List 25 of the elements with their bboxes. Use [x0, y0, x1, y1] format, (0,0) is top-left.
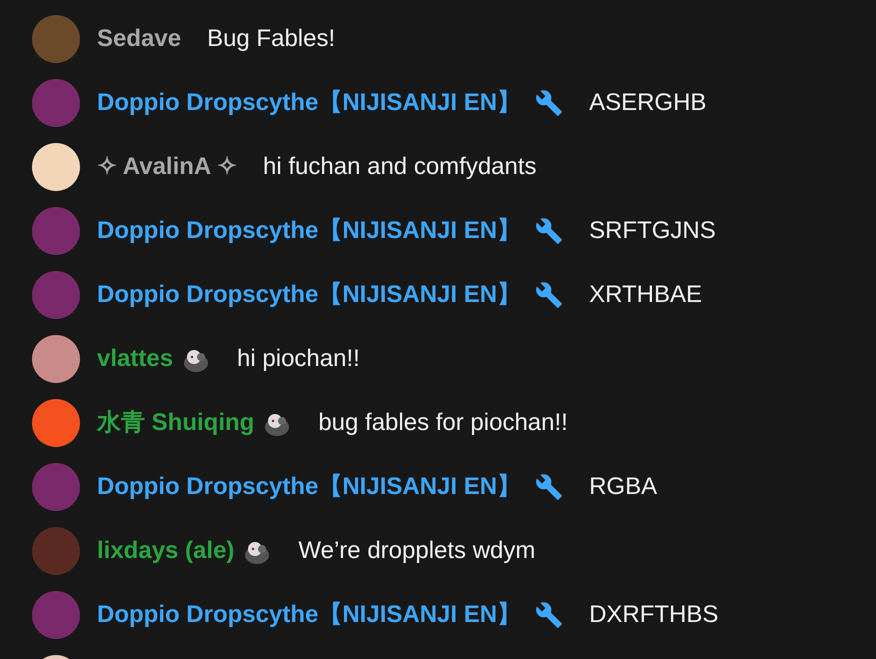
message-text: hi piochan!! [237, 344, 360, 374]
message-text: XRTHBAE [589, 280, 702, 310]
wrench-icon [535, 281, 564, 309]
message-text: bug fables for piochan!! [318, 408, 568, 438]
author-name: Sedave [97, 24, 182, 54]
wrench-icon [535, 601, 564, 629]
message-text: We’re dropplets wdym [298, 536, 536, 566]
author-name: 水青 Shuiqing [97, 408, 254, 438]
author-name: lixdays (ale) [97, 536, 234, 566]
author-name: Doppio Dropscythe【NIJISANJI EN】 [97, 88, 522, 118]
author-name: Doppio Dropscythe【NIJISANJI EN】 [97, 472, 522, 502]
message-text: ASERGHB [589, 88, 706, 118]
message-text: DXRFTHBS [589, 600, 718, 630]
message-text: Bug Fables! [207, 24, 336, 54]
author-name: ✧ AvalinA ✧ [97, 152, 238, 182]
wrench-icon [535, 217, 564, 245]
wrench-icon [535, 473, 564, 501]
message-text: hi fuchan and comfydants [263, 152, 537, 182]
author-name: Doppio Dropscythe【NIJISANJI EN】 [97, 216, 522, 246]
wrench-icon [535, 89, 564, 117]
author-name: Doppio Dropscythe【NIJISANJI EN】 [97, 600, 522, 630]
author-name: Doppio Dropscythe【NIJISANJI EN】 [97, 280, 522, 310]
author-name: vlattes [97, 344, 174, 374]
message-text: SRFTGJNS [589, 216, 716, 246]
message-text: RGBA [589, 472, 658, 502]
